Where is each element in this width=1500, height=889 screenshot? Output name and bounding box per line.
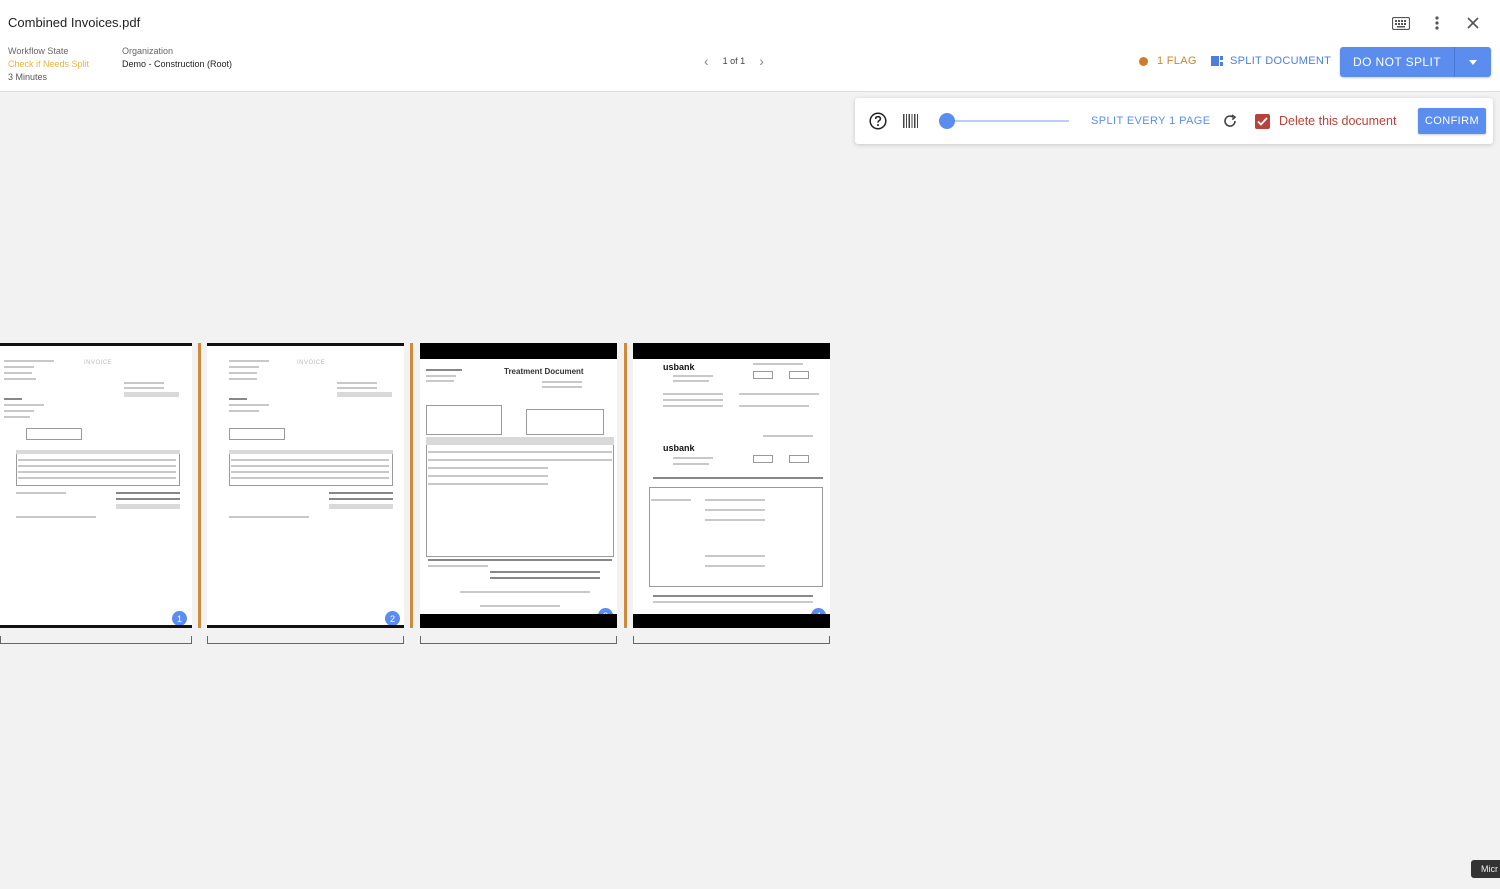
pager-text: 1 of 1 [722, 56, 746, 66]
page-pager: ‹ 1 of 1 › [704, 54, 764, 68]
split-divider[interactable] [198, 343, 201, 628]
taskbar-tooltip: Micr [1471, 860, 1500, 878]
document-header: Combined Invoices.pdf Workflow State Che… [0, 0, 1500, 92]
delete-document-label: Delete this document [1279, 114, 1397, 128]
do-not-split-button[interactable]: DO NOT SPLIT [1340, 47, 1455, 77]
organization: Organization Demo - Construction (Root) [122, 45, 232, 71]
flag-label: 1 FLAG [1157, 55, 1197, 67]
page-thumbnail-1[interactable]: INVOICE 1 [0, 343, 192, 628]
page-3-heading: Treatment Document [504, 367, 584, 376]
page-4-heading-repeat: usbank [663, 443, 695, 453]
split-slider-thumb[interactable] [939, 113, 955, 129]
split-toolbar: SPLIT EVERY 1 PAGE Delete this document … [855, 98, 1493, 144]
page-thumbnail-4[interactable]: usbank usbank 4 [633, 343, 830, 628]
page-number-badge-1: 1 [172, 611, 187, 625]
do-not-split-group: DO NOT SPLIT [1340, 47, 1491, 77]
close-icon[interactable] [1464, 14, 1482, 32]
page-thumbnail-2[interactable]: INVOICE 2 [207, 343, 404, 628]
page-number-badge-4: 4 [811, 608, 826, 614]
organization-label: Organization [122, 46, 174, 56]
split-every-button[interactable]: SPLIT EVERY 1 PAGE [1091, 115, 1211, 127]
split-slider-track[interactable] [947, 120, 1069, 122]
refresh-icon[interactable] [1222, 98, 1238, 144]
more-vert-icon[interactable] [1428, 14, 1446, 32]
flag-dot-icon [1139, 56, 1148, 66]
workflow-state-value: Check if Needs Split [8, 59, 90, 69]
page-2-heading: INVOICE [297, 360, 326, 366]
page-thumbnail-3[interactable]: Treatment Document 3 [420, 343, 617, 628]
document-group-bracket [633, 636, 830, 644]
document-group-bracket [207, 636, 404, 644]
barcode-icon[interactable] [903, 98, 919, 144]
flag-button[interactable]: 1 FLAG [1139, 55, 1197, 67]
page-number-badge-2: 2 [385, 611, 400, 625]
do-not-split-dropdown[interactable] [1454, 47, 1491, 77]
help-icon[interactable] [869, 98, 887, 144]
keyboard-icon[interactable] [1392, 14, 1410, 32]
workflow-state: Workflow State Check if Needs Split 3 Mi… [8, 45, 89, 84]
confirm-button[interactable]: CONFIRM [1418, 108, 1486, 134]
page-4-heading: usbank [663, 362, 695, 372]
chevron-right-icon[interactable]: › [759, 54, 764, 68]
document-group-bracket [420, 636, 617, 644]
split-view-icon [1211, 55, 1223, 67]
workflow-state-label: Workflow State [8, 46, 69, 56]
split-divider[interactable] [624, 343, 627, 628]
split-divider[interactable] [410, 343, 413, 628]
document-title: Combined Invoices.pdf [8, 15, 141, 30]
document-group-bracket [0, 636, 192, 644]
split-document-label: SPLIT DOCUMENT [1230, 55, 1332, 67]
page-number-badge-3: 3 [598, 608, 613, 614]
delete-checkbox[interactable] [1255, 113, 1270, 129]
split-document-button[interactable]: SPLIT DOCUMENT [1211, 55, 1331, 67]
caret-down-icon [1468, 59, 1477, 65]
organization-value: Demo - Construction (Root) [122, 59, 233, 69]
chevron-left-icon[interactable]: ‹ [704, 54, 709, 68]
page-1-heading: INVOICE [84, 360, 113, 366]
workflow-state-time: 3 Minutes [8, 72, 48, 82]
window-actions [1392, 14, 1482, 32]
